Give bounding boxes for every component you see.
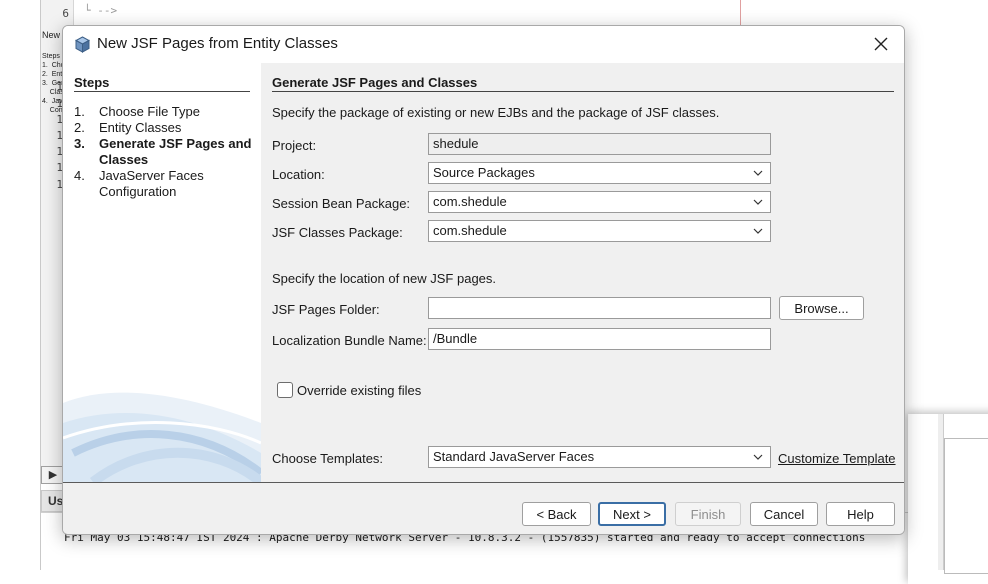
editor-code-text: └ --> xyxy=(84,4,118,17)
section-divider xyxy=(272,91,894,92)
session-bean-label: Session Bean Package: xyxy=(272,196,411,211)
section-title: Generate JSF Pages and Classes xyxy=(272,75,478,90)
finish-button[interactable]: Finish xyxy=(675,502,741,526)
location-value: Source Packages xyxy=(433,165,535,180)
bundle-input[interactable]: /Bundle xyxy=(428,328,771,350)
browse-button[interactable]: Browse... xyxy=(779,296,864,320)
override-checkbox[interactable] xyxy=(277,382,293,398)
steps-panel: Steps 1. Choose File Type 2. Entity Clas… xyxy=(63,63,261,482)
chevron-down-icon xyxy=(753,454,763,460)
override-label[interactable]: Override existing files xyxy=(297,383,421,398)
step-label: Choose File Type xyxy=(99,104,200,119)
steps-divider xyxy=(74,91,250,92)
templates-value: Standard JavaServer Faces xyxy=(433,449,595,464)
templates-dropdown[interactable]: Standard JavaServer Faces xyxy=(428,446,771,468)
wizard-swirl-graphic xyxy=(63,392,261,482)
project-label: Project: xyxy=(272,138,317,153)
step-label: Entity Classes xyxy=(99,120,182,135)
customize-template-link[interactable]: Customize Template xyxy=(778,451,896,466)
back-button[interactable]: < Back xyxy=(522,502,591,526)
templates-label: Choose Templates: xyxy=(272,451,384,466)
chevron-down-icon xyxy=(753,228,763,234)
step-number: 1. xyxy=(74,104,85,119)
step-item-current: 3. Generate JSF Pages and Classes xyxy=(74,136,254,168)
gutter-mark: 1 xyxy=(56,145,63,158)
next-button[interactable]: Next > xyxy=(598,502,666,526)
session-bean-value: com.shedule xyxy=(433,194,507,209)
dialog-title: New JSF Pages from Entity Classes xyxy=(97,35,338,52)
bundle-label: Localization Bundle Name: xyxy=(272,333,427,348)
step-number: 3. xyxy=(74,136,85,151)
jsf-classes-value: com.shedule xyxy=(433,223,507,238)
location-label: Location: xyxy=(272,167,325,182)
project-field[interactable]: shedule xyxy=(428,133,771,155)
jsf-folder-input[interactable] xyxy=(428,297,771,319)
pages-location-text: Specify the location of new JSF pages. xyxy=(272,271,497,286)
line-number: 6 xyxy=(62,7,69,20)
step-item: 1. Choose File Type xyxy=(74,104,254,120)
ide-left-pane xyxy=(0,0,41,570)
steps-list: 1. Choose File Type 2. Entity Classes 3.… xyxy=(74,104,254,200)
step-number: 2. xyxy=(74,120,85,135)
jsf-classes-dropdown[interactable]: com.shedule xyxy=(428,220,771,242)
step-label: JavaServer Faces Configuration xyxy=(99,168,204,199)
dialog-titlebar[interactable]: New JSF Pages from Entity Classes xyxy=(63,26,904,63)
step-label: Generate JSF Pages and Classes xyxy=(99,136,252,167)
chevron-down-icon xyxy=(753,199,763,205)
cancel-button[interactable]: Cancel xyxy=(750,502,818,526)
step-item: 4. JavaServer Faces Configuration xyxy=(74,168,254,200)
gutter-mark: 1 xyxy=(56,178,63,191)
steps-header: Steps xyxy=(74,75,110,90)
taskbar-thumbnail-preview[interactable] xyxy=(908,414,988,584)
gutter-mark: 1 xyxy=(56,129,63,142)
dialog-footer: < Back Next > Finish Cancel Help xyxy=(63,482,904,534)
new-jsf-pages-dialog: New JSF Pages from Entity Classes Steps … xyxy=(62,25,905,535)
intro-text: Specify the package of existing or new E… xyxy=(272,105,720,120)
step-number: 4. xyxy=(74,168,85,183)
session-bean-dropdown[interactable]: com.shedule xyxy=(428,191,771,213)
jsf-folder-label: JSF Pages Folder: xyxy=(272,302,380,317)
step-item: 2. Entity Classes xyxy=(74,120,254,136)
chevron-down-icon xyxy=(753,170,763,176)
netbeans-cube-icon xyxy=(74,36,91,53)
close-icon xyxy=(874,37,888,51)
gutter-mark: 1 xyxy=(56,161,63,174)
jsf-classes-label: JSF Classes Package: xyxy=(272,225,403,240)
close-button[interactable] xyxy=(868,32,894,56)
content-panel: Generate JSF Pages and Classes Specify t… xyxy=(261,63,904,482)
help-button[interactable]: Help xyxy=(826,502,895,526)
location-dropdown[interactable]: Source Packages xyxy=(428,162,771,184)
thumbnail-dialog xyxy=(944,438,988,574)
